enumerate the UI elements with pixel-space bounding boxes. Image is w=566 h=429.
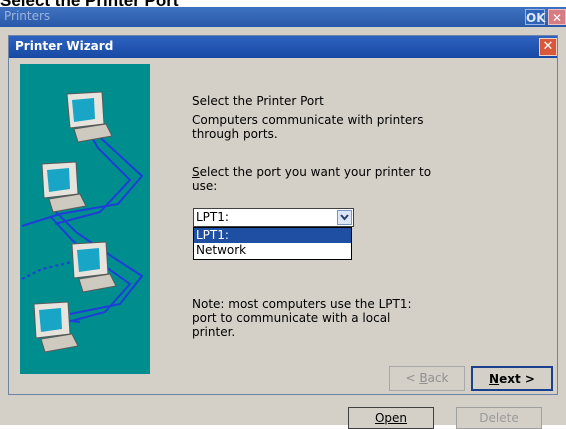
next-button[interactable]: Next > xyxy=(471,366,553,391)
wizard-heading: Select the Printer Port xyxy=(192,94,324,108)
printers-close-button[interactable]: ✕ xyxy=(548,9,566,25)
printers-window-title: Printers xyxy=(4,9,51,23)
cable-line xyxy=(21,259,81,280)
port-prompt-label: Select the port you want your printer to… xyxy=(192,165,442,193)
printers-window-titlebar: Printers OK ✕ xyxy=(0,7,566,27)
wizard-titlebar: Printer Wizard ✕ xyxy=(9,36,557,58)
port-select[interactable]: LPT1: xyxy=(193,208,354,227)
network-illustration xyxy=(21,91,144,353)
wizard-description: Computers communicate with printers thro… xyxy=(192,113,424,141)
port-prompt-text: elect the port you want your printer to … xyxy=(192,165,432,193)
accesskey: B xyxy=(419,371,428,385)
chevron-down-icon xyxy=(340,214,349,221)
next-label: ext > xyxy=(499,372,535,386)
port-select-value: LPT1: xyxy=(196,210,229,224)
open-button[interactable]: Open xyxy=(348,407,434,429)
computer-icon xyxy=(41,161,87,213)
computer-icon xyxy=(71,241,117,293)
wizard-note: Note: most computers use the LPT1: port … xyxy=(192,297,412,339)
wizard-illustration xyxy=(20,64,150,374)
accesskey: S xyxy=(192,165,200,179)
ok-button[interactable]: OK xyxy=(525,9,546,25)
back-button: < Back xyxy=(389,366,465,391)
wizard-close-button[interactable]: ✕ xyxy=(539,38,557,56)
computer-icon xyxy=(66,91,113,143)
computer-icon xyxy=(33,301,79,353)
port-option-lpt1[interactable]: LPT1: xyxy=(194,228,351,243)
wizard-title: Printer Wizard xyxy=(15,39,114,53)
dropdown-button[interactable] xyxy=(337,210,352,225)
back-prefix: < xyxy=(405,371,420,385)
delete-button: Delete xyxy=(456,407,542,429)
port-option-network[interactable]: Network xyxy=(194,243,351,258)
accesskey: N xyxy=(489,372,500,386)
printer-wizard-dialog: Printer Wizard ✕ Select the Printer Port… xyxy=(8,35,558,395)
port-options-list: LPT1: Network xyxy=(193,227,352,260)
back-label: ack xyxy=(427,371,449,385)
